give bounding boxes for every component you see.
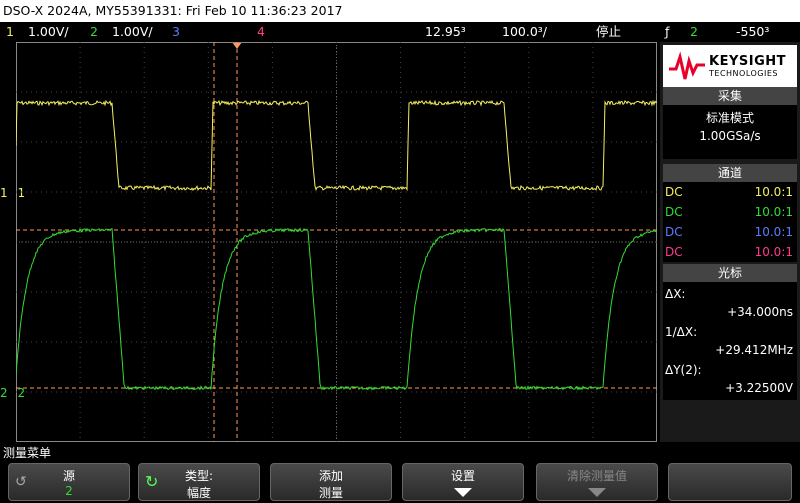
ch4-probe-ratio: 10.0:1 xyxy=(754,245,793,259)
ch2-scale[interactable]: 1.00V/ xyxy=(112,22,153,42)
status-bar: 1 1.00V/ 2 1.00V/ 3 4 12.95³ 100.0³/ 停止 … xyxy=(0,22,800,42)
submenu-arrow-icon xyxy=(454,488,472,497)
delta-y-value: +3.22500V xyxy=(725,381,793,395)
channel-row-3: DC 10.0:1 xyxy=(663,222,797,242)
cursors-header[interactable]: 光标 xyxy=(663,264,797,282)
inv-delta-x-label: 1/ΔX: xyxy=(665,325,698,339)
delay-value[interactable]: 12.95³ xyxy=(425,22,466,42)
ch3-probe-ratio: 10.0:1 xyxy=(754,225,793,239)
source-softkey[interactable]: ↺ 源 2 xyxy=(8,463,130,501)
sample-rate: 1.00GSa/s xyxy=(699,129,761,143)
ch1-coupling: DC xyxy=(665,185,683,199)
inv-delta-x-value: +29.412MHz xyxy=(715,343,793,357)
keysight-wave-icon xyxy=(669,51,705,80)
channel-row-4: DC 10.0:1 xyxy=(663,242,797,262)
ch1-scale[interactable]: 1.00V/ xyxy=(28,22,69,42)
trigger-source[interactable]: 2 xyxy=(690,22,698,42)
channels-panel: DC 10.0:1 DC 10.0:1 DC 10.0:1 DC 10.0:1 xyxy=(663,182,797,262)
channel-row-2: DC 10.0:1 xyxy=(663,202,797,222)
channels-header[interactable]: 通道 xyxy=(663,164,797,182)
trigger-level[interactable]: -550³ xyxy=(736,22,769,42)
type-value: 幅度 xyxy=(186,486,211,500)
timebase-value[interactable]: 100.0³/ xyxy=(502,22,547,42)
acquisition-panel: 标准模式 1.00GSa/s xyxy=(663,105,797,159)
channel-row-1: DC 10.0:1 xyxy=(663,182,797,202)
acquisition-header[interactable]: 采集 xyxy=(663,87,797,105)
add-measurement-softkey[interactable]: 添加 测量 xyxy=(270,463,392,501)
ch3-number[interactable]: 3 xyxy=(172,22,180,42)
type-label: 类型: xyxy=(184,469,214,483)
ch1-probe-ratio: 10.0:1 xyxy=(754,185,793,199)
ch2-probe-ratio: 10.0:1 xyxy=(754,205,793,219)
ch4-coupling: DC xyxy=(665,245,683,259)
brand-name: KEYSIGHT xyxy=(709,54,786,69)
submenu-arrow-icon-disabled xyxy=(588,488,606,497)
waveform-display[interactable] xyxy=(16,42,657,442)
trigger-icon: ƒ xyxy=(665,24,670,39)
ch2-number[interactable]: 2 xyxy=(90,22,98,42)
keysight-logo: KEYSIGHT TECHNOLOGIES xyxy=(663,45,797,87)
ch2-coupling: DC xyxy=(665,205,683,219)
cursors-panel: ΔX: +34.000ns 1/ΔX: +29.412MHz ΔY(2): +3… xyxy=(663,282,797,400)
empty-softkey[interactable] xyxy=(668,463,792,501)
run-state[interactable]: 停止 xyxy=(596,22,621,42)
clear-label: 清除测量值 xyxy=(566,469,627,483)
delta-x-value: +34.000ns xyxy=(727,305,793,319)
source-label: 源 xyxy=(62,469,75,483)
window-title: DSO-X 2024A, MY55391331: Fri Feb 10 11:3… xyxy=(0,0,800,22)
delta-y-label: ΔY(2): xyxy=(665,363,702,377)
ch3-coupling: DC xyxy=(665,225,683,239)
menu-title: 测量菜单 xyxy=(3,446,52,460)
acquisition-mode: 标准模式 xyxy=(705,111,754,125)
add-value: 测量 xyxy=(318,486,343,500)
settings-label: 设置 xyxy=(450,469,475,483)
settings-softkey[interactable]: 设置 xyxy=(402,463,524,501)
ch1-marker-label: 1 xyxy=(0,186,8,200)
softkey-bar: ↺ 源 2 ↻ 类型: 幅度 添加 测量 设置 清除测量值 xyxy=(0,461,800,503)
brand-sub: TECHNOLOGIES xyxy=(709,69,778,78)
add-label: 添加 xyxy=(318,469,343,483)
ch4-number[interactable]: 4 xyxy=(257,22,265,42)
ch2-marker-label: 2 xyxy=(0,386,8,400)
delta-x-label: ΔX: xyxy=(665,287,686,301)
ch1-number[interactable]: 1 xyxy=(6,22,14,42)
info-sidebar: KEYSIGHT TECHNOLOGIES 采集 标准模式 1.00GSa/s … xyxy=(660,42,800,442)
type-softkey[interactable]: ↻ 类型: 幅度 xyxy=(138,463,260,501)
source-value: 2 xyxy=(65,484,73,498)
clear-measurements-softkey[interactable]: 清除测量值 xyxy=(536,463,658,501)
